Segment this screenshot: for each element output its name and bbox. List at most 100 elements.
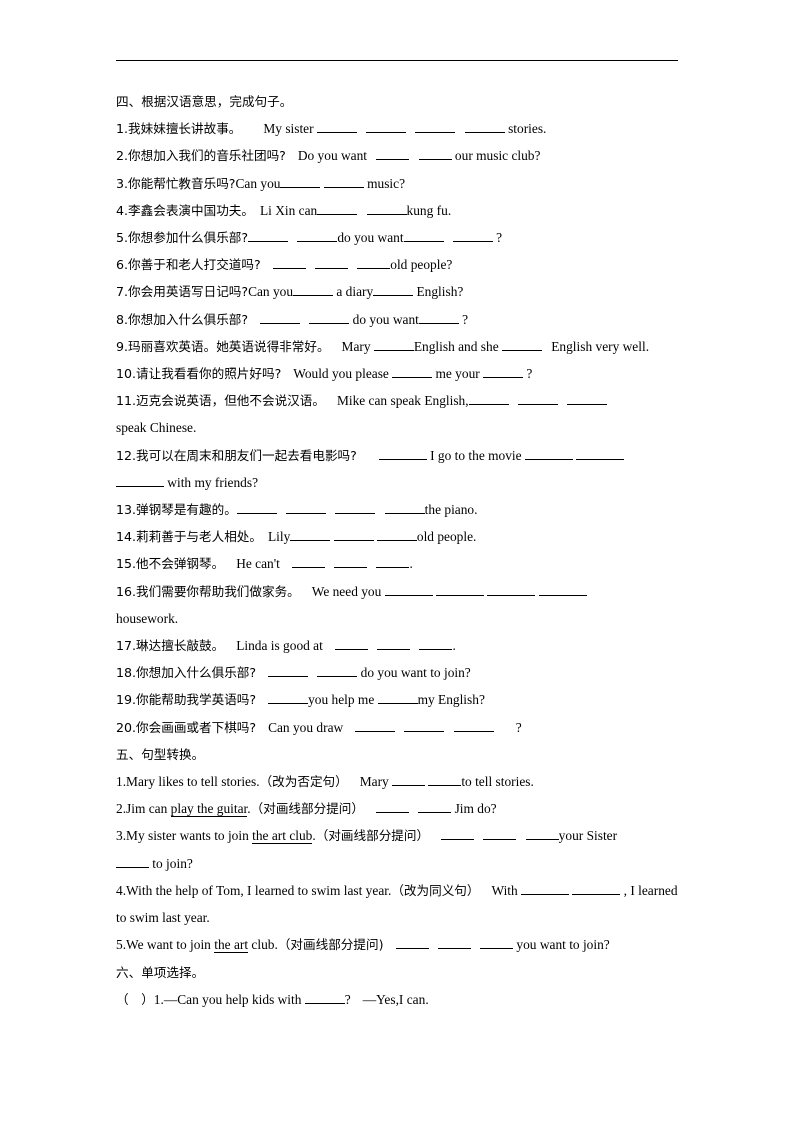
answer-blank[interactable] <box>384 583 433 596</box>
t3-stem-underlined: the art club <box>252 828 313 845</box>
answer-blank[interactable] <box>293 283 334 297</box>
answer-blank[interactable] <box>435 583 484 596</box>
item-7-chinese: 你会用英语写日记吗? <box>128 284 249 300</box>
item-9-chinese: 玛丽喜欢英语。她英语说得非常好。 <box>128 338 330 354</box>
answer-blank[interactable] <box>272 256 306 270</box>
answer-blank[interactable] <box>501 338 542 351</box>
item-19-number: 19. <box>116 692 137 708</box>
answer-blank[interactable] <box>236 501 277 515</box>
item-15-number: 15. <box>116 556 137 572</box>
answer-blank[interactable] <box>441 827 475 841</box>
answer-blank[interactable] <box>291 555 325 569</box>
answer-blank[interactable] <box>521 882 570 895</box>
answer-blank[interactable] <box>437 936 471 950</box>
answer-blank[interactable] <box>538 583 587 596</box>
answer-blank[interactable] <box>480 936 514 950</box>
item-20-number: 20. <box>116 719 137 735</box>
answer-blank[interactable] <box>428 773 462 787</box>
answer-blank[interactable] <box>567 392 608 406</box>
answer-blank[interactable] <box>268 664 309 678</box>
answer-blank[interactable] <box>373 338 414 351</box>
answer-blank[interactable] <box>487 583 536 596</box>
answer-blank[interactable] <box>395 936 429 950</box>
transform-item-2: 2.Jim can play the guitar.（对画线部分提问） Jim … <box>116 795 686 822</box>
item-10-en-before: Would you please <box>293 366 389 382</box>
answer-blank[interactable] <box>373 283 414 297</box>
answer-blank[interactable] <box>524 447 573 460</box>
item-5-number: 5. <box>116 230 129 246</box>
answer-blank[interactable] <box>403 229 444 243</box>
answer-blank[interactable] <box>392 773 426 787</box>
answer-blank[interactable] <box>116 855 149 868</box>
choice-1-bracket[interactable]: （ ） <box>116 992 154 1007</box>
answer-blank[interactable] <box>260 311 301 324</box>
item-14-chinese: 莉莉善于与老人相处。 <box>136 529 262 545</box>
answer-blank[interactable] <box>392 365 433 379</box>
answer-blank[interactable] <box>334 637 368 651</box>
item-3-en-before: Can you <box>235 175 281 191</box>
answer-blank[interactable] <box>268 691 309 705</box>
answer-blank[interactable] <box>376 528 417 542</box>
item-11-en-before: Mike can speak English, <box>336 393 469 409</box>
question-item-2: 2.你想加入我们的音乐社团吗? Do you want our music clu… <box>116 142 686 169</box>
answer-blank[interactable] <box>404 719 445 732</box>
answer-blank[interactable] <box>418 800 452 814</box>
t5-answer-after: you want to join? <box>516 937 610 953</box>
answer-blank[interactable] <box>297 229 338 243</box>
item-5-en-mid: do you want <box>337 230 404 246</box>
item-1-en-after: stories. <box>508 121 547 137</box>
answer-blank[interactable] <box>572 882 621 895</box>
answer-blank[interactable] <box>366 202 407 215</box>
item-17-en-after: . <box>452 638 456 654</box>
answer-blank[interactable] <box>304 991 345 1004</box>
answer-blank[interactable] <box>375 800 409 814</box>
answer-blank[interactable] <box>376 147 410 161</box>
item-7-en-mid: a diary <box>336 284 374 300</box>
answer-blank[interactable] <box>377 691 418 705</box>
answer-blank[interactable] <box>576 447 625 460</box>
answer-blank[interactable] <box>355 719 396 732</box>
answer-blank[interactable] <box>317 202 358 215</box>
question-item-13: 13.弹钢琴是有趣的。 the piano. <box>116 496 686 523</box>
answer-blank[interactable] <box>418 311 459 324</box>
transform-item-3: 3.My sister wants to join the art club.（… <box>116 822 686 876</box>
answer-blank[interactable] <box>419 637 453 651</box>
t4-stem: With the help of Tom, I learned to swim … <box>126 882 392 898</box>
t3-answer-after: to join? <box>152 855 193 871</box>
answer-blank[interactable] <box>376 555 410 569</box>
answer-blank[interactable] <box>453 719 494 732</box>
item-11-chinese: 迈克会说英语，但他不会说汉语。 <box>136 393 325 409</box>
item-1-en-before: My sister <box>263 121 314 137</box>
answer-blank[interactable] <box>378 447 427 460</box>
answer-blank[interactable] <box>316 120 357 134</box>
answer-blank[interactable] <box>335 501 376 515</box>
item-2-number: 2. <box>116 148 129 164</box>
answer-blank[interactable] <box>366 120 407 134</box>
answer-blank[interactable] <box>323 175 364 188</box>
answer-blank[interactable] <box>483 365 524 379</box>
t4-answer-before: With <box>491 882 518 898</box>
item-18-en-after: do you want to join? <box>360 665 471 681</box>
answer-blank[interactable] <box>468 392 509 406</box>
answer-blank[interactable] <box>464 120 505 134</box>
answer-blank[interactable] <box>248 229 289 243</box>
answer-blank[interactable] <box>357 256 391 270</box>
answer-blank[interactable] <box>483 827 517 841</box>
answer-blank[interactable] <box>377 637 411 651</box>
answer-blank[interactable] <box>415 120 456 134</box>
answer-blank[interactable] <box>418 147 452 161</box>
answer-blank[interactable] <box>525 827 559 841</box>
answer-blank[interactable] <box>116 474 164 487</box>
answer-blank[interactable] <box>314 256 348 270</box>
answer-blank[interactable] <box>309 311 350 324</box>
answer-blank[interactable] <box>334 555 368 569</box>
answer-blank[interactable] <box>333 528 374 542</box>
answer-blank[interactable] <box>384 501 425 515</box>
answer-blank[interactable] <box>452 229 493 243</box>
answer-blank[interactable] <box>286 501 327 515</box>
answer-blank[interactable] <box>317 664 358 678</box>
answer-blank[interactable] <box>290 528 331 542</box>
answer-blank[interactable] <box>517 392 558 406</box>
answer-blank[interactable] <box>280 175 321 188</box>
t5-stem-pre: We want to join <box>126 937 215 953</box>
